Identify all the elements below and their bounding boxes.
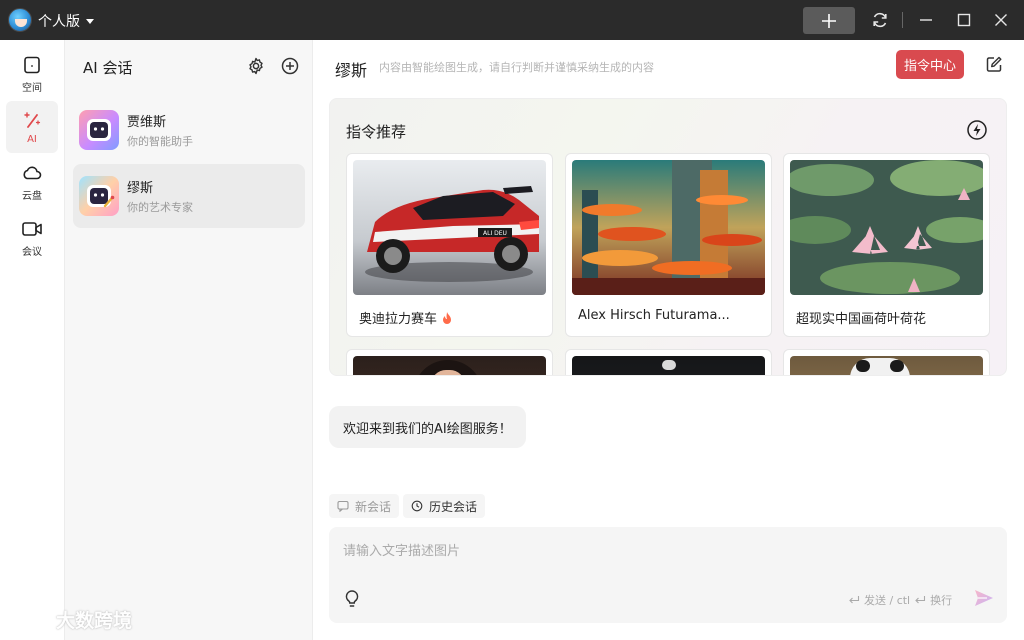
titlebar-divider — [902, 12, 903, 28]
close-icon[interactable] — [991, 10, 1011, 30]
chat-bubble-icon — [337, 500, 349, 512]
card-title-text: 超现实中国画荷叶荷花 — [796, 312, 927, 327]
command-recommendations: 指令推荐 ALI DEU 奥迪拉力赛车 Alex Hirsch Futurama… — [329, 98, 1007, 376]
left-rail: 空间 AI 云盘 会议 — [0, 40, 65, 640]
sync-icon[interactable] — [870, 10, 890, 30]
send-icon[interactable] — [973, 587, 997, 611]
conversation-desc: 你的艺术专家 — [127, 201, 193, 214]
title-bar: 个人版 — [0, 0, 1024, 40]
card-title: Alex Hirsch Futurama... — [578, 308, 730, 323]
rail-item-ai[interactable]: AI — [6, 101, 58, 153]
send-hint: 发送 / ctl — [864, 594, 911, 607]
user-avatar[interactable] — [8, 8, 32, 32]
panda-image — [790, 356, 983, 375]
new-chat-button[interactable]: 新会话 — [329, 494, 400, 518]
assistant-name: 缪斯 — [335, 61, 368, 80]
rail-label-space: 空间 — [22, 82, 42, 94]
minimize-icon[interactable] — [916, 10, 936, 30]
card-title: 奥迪拉力赛车 — [359, 308, 453, 327]
new-chat-label: 新会话 — [355, 499, 392, 514]
muse-avatar — [79, 176, 119, 216]
history-button[interactable]: 历史会话 — [403, 494, 486, 518]
svg-text:ALI DEU: ALI DEU — [483, 230, 507, 237]
prompt-card-row2-3[interactable] — [783, 349, 990, 375]
settings-gear-icon[interactable] — [246, 56, 266, 76]
prompt-card-lotus[interactable]: 超现实中国画荷叶荷花 — [783, 153, 990, 337]
recommendations-title: 指令推荐 — [346, 123, 407, 141]
rail-item-cloud[interactable]: 云盘 — [6, 156, 58, 208]
lightbulb-icon[interactable] — [343, 589, 363, 611]
conversation-list: AI 会话 贾维斯 你的智能助手 缪斯 你的艺术专家 — [65, 40, 313, 640]
watermark-text: 大数跨境 — [56, 610, 133, 632]
caret-down-icon — [86, 18, 94, 24]
watermark-logo-icon — [8, 610, 47, 630]
dark-scene-image — [572, 356, 765, 375]
conversation-item-muse[interactable]: 缪斯 你的艺术专家 — [73, 164, 305, 228]
edition-switcher[interactable]: 个人版 — [38, 11, 94, 31]
rail-item-meeting[interactable]: 会议 — [6, 212, 58, 264]
keyboard-hint: 发送 / ctl 换行 — [848, 592, 952, 608]
conversation-item-jarvis[interactable]: 贾维斯 你的智能助手 — [73, 98, 305, 162]
lightning-icon[interactable] — [966, 119, 988, 141]
portrait-image — [353, 356, 546, 375]
edition-label: 个人版 — [38, 14, 80, 30]
command-center-button[interactable]: 指令中心 — [896, 50, 964, 79]
new-button[interactable] — [803, 7, 855, 34]
prompt-card-row2-1[interactable] — [346, 349, 553, 375]
history-label: 历史会话 — [429, 499, 478, 514]
jarvis-avatar — [79, 110, 119, 150]
plus-icon — [822, 13, 836, 28]
futurama-city-image — [572, 160, 765, 295]
prompt-card-audi[interactable]: ALI DEU 奥迪拉力赛车 — [346, 153, 553, 337]
newline-hint: 换行 — [930, 594, 953, 607]
disclaimer-text: 内容由智能绘图生成，请自行判断并谨慎采纳生成的内容 — [379, 61, 654, 74]
history-clock-icon — [411, 500, 423, 512]
rail-label-ai: AI — [27, 133, 37, 145]
conversation-desc: 你的智能助手 — [127, 135, 193, 148]
add-conversation-icon[interactable] — [280, 56, 300, 76]
edit-icon[interactable] — [985, 55, 1005, 75]
prompt-card-futurama[interactable]: Alex Hirsch Futurama... — [565, 153, 772, 337]
conversation-name: 贾维斯 — [127, 115, 167, 130]
prompt-input-placeholder[interactable]: 请输入文字描述图片 — [343, 540, 460, 559]
audi-rally-car-image: ALI DEU — [353, 160, 546, 295]
conversation-list-title: AI 会话 — [83, 59, 133, 77]
prompt-input-box[interactable]: 请输入文字描述图片 发送 / ctl 换行 — [329, 527, 1007, 623]
prompt-card-row2-2[interactable] — [565, 349, 772, 375]
enter-key-icon — [915, 596, 926, 604]
ai-wand-icon — [24, 111, 41, 128]
flame-icon — [443, 311, 452, 324]
space-icon — [24, 56, 40, 73]
card-title-text: 奥迪拉力赛车 — [359, 312, 438, 327]
card-title-text: Alex Hirsch Futurama... — [578, 308, 730, 323]
watermark: 大数跨境 — [6, 606, 132, 633]
rail-item-space[interactable]: 空间 — [6, 48, 58, 100]
video-camera-icon — [22, 221, 42, 236]
enter-key-icon — [849, 596, 860, 604]
card-title: 超现实中国画荷叶荷花 — [796, 308, 926, 327]
welcome-message: 欢迎来到我们的AI绘图服务！ — [329, 406, 526, 448]
cloud-icon — [23, 166, 42, 179]
main-panel: 缪斯 内容由智能绘图生成，请自行判断并谨慎采纳生成的内容 指令中心 指令推荐 A… — [313, 40, 1024, 640]
rail-label-meeting: 会议 — [22, 246, 42, 258]
conversation-name: 缪斯 — [127, 181, 154, 196]
maximize-icon[interactable] — [954, 10, 974, 30]
lotus-painting-image — [790, 160, 983, 295]
rail-label-cloud: 云盘 — [22, 190, 42, 202]
